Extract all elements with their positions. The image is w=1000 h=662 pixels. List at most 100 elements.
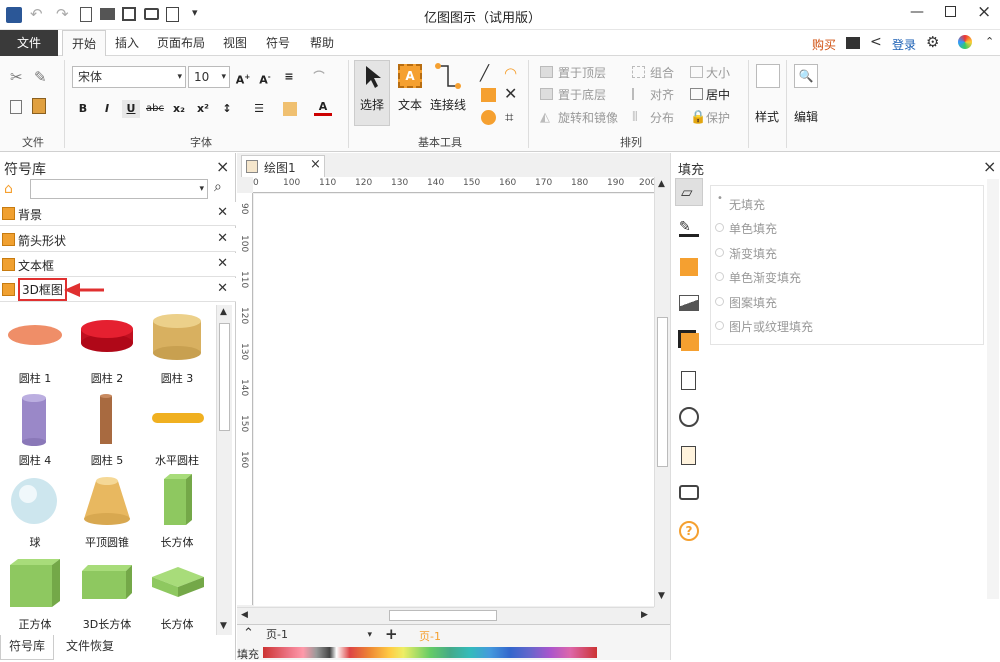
login-link[interactable]: 登录 <box>892 36 916 53</box>
sphere-shape[interactable] <box>8 477 60 525</box>
ribbon-collapse-icon[interactable]: ⌃ <box>985 35 994 48</box>
protect-label[interactable]: 保护 <box>706 109 730 126</box>
line-style-icon[interactable]: ✎ <box>679 219 699 237</box>
shadow-icon[interactable] <box>680 258 698 276</box>
radio-selected[interactable]: • <box>717 193 723 204</box>
drawing-page[interactable] <box>254 194 654 606</box>
close-library-icon[interactable]: ✕ <box>217 281 228 296</box>
home-icon[interactable]: ⌂ <box>4 181 13 197</box>
connector-icon[interactable] <box>434 62 462 90</box>
comment-icon[interactable] <box>679 485 699 500</box>
library-item-textbox[interactable]: 文本框 ✕ <box>0 253 236 277</box>
account-card-icon[interactable] <box>846 37 860 49</box>
library-item-arrows[interactable]: 箭头形状 ✕ <box>0 228 236 252</box>
image-icon[interactable] <box>679 295 699 311</box>
scroll-thumb[interactable] <box>657 317 668 467</box>
font-shrink-icon[interactable]: A- <box>256 68 274 87</box>
settings-gear-icon[interactable]: ⚙ <box>926 33 939 51</box>
text-tool-label[interactable]: 文本 <box>398 96 422 113</box>
library-item-background[interactable]: 背景 ✕ <box>0 202 236 226</box>
color-theme-icon[interactable] <box>958 35 972 49</box>
close-tab-icon[interactable]: × <box>310 157 321 172</box>
document-tab[interactable]: 绘图1 × <box>241 155 325 177</box>
cylinder-2-shape[interactable] <box>80 319 134 353</box>
radio-button[interactable] <box>715 248 724 257</box>
copy-icon[interactable] <box>10 100 22 114</box>
canvas-horizontal-scrollbar[interactable]: ◀ ▶ <box>237 607 654 623</box>
customize-dropdown-icon[interactable]: ▾ <box>192 6 198 19</box>
format-painter-icon[interactable]: ✎ <box>34 68 47 86</box>
scroll-thumb[interactable] <box>389 610 497 621</box>
layer-icon[interactable] <box>681 333 699 351</box>
radio-button[interactable] <box>715 272 724 281</box>
align-icon[interactable]: ≡ <box>280 68 298 86</box>
undo-icon[interactable]: ↶ <box>30 5 43 23</box>
horizontal-cylinder-shape[interactable] <box>150 411 206 425</box>
fill-option-single-gradient[interactable]: 单色渐变填充 <box>715 269 801 286</box>
line-tool-icon[interactable]: ╱ <box>480 64 489 82</box>
scroll-down-icon[interactable]: ▼ <box>220 621 227 631</box>
print-icon[interactable] <box>144 8 159 20</box>
line-spacing-icon[interactable]: ↕ <box>218 100 236 118</box>
text-tool-icon[interactable]: A <box>398 64 422 88</box>
scroll-thumb[interactable] <box>219 323 230 431</box>
font-grow-icon[interactable]: A+ <box>234 68 252 87</box>
arc-tool-icon[interactable]: ◠ <box>504 64 517 82</box>
minimize-icon[interactable]: — <box>910 4 924 20</box>
library-search-input[interactable]: ▾ <box>30 179 208 199</box>
cylinder-3-shape[interactable] <box>152 313 202 361</box>
close-library-icon[interactable]: ✕ <box>217 205 228 220</box>
close-window-icon[interactable]: × <box>977 2 991 22</box>
redo-icon[interactable]: ↷ <box>56 5 69 23</box>
color-palette[interactable] <box>263 647 597 658</box>
open-folder-icon[interactable] <box>100 8 115 20</box>
edit-label[interactable]: 编辑 <box>794 108 818 125</box>
scroll-up-icon[interactable]: ▲ <box>220 307 227 317</box>
canvas-vertical-scrollbar[interactable]: ▲ ▼ <box>654 177 670 607</box>
cylinder-1-shape[interactable] <box>6 323 64 347</box>
style-icon[interactable] <box>756 64 780 88</box>
fill-option-gradient[interactable]: 渐变填充 <box>715 245 777 262</box>
tab-symbol-library[interactable]: 符号库 <box>0 635 54 660</box>
tab-help[interactable]: 帮助 <box>304 30 340 56</box>
fill-panel-scrollbar[interactable] <box>987 179 999 599</box>
tab-file[interactable]: 文件 <box>0 30 58 56</box>
font-size-select[interactable]: 10 ▾ <box>188 66 230 88</box>
paste-icon[interactable] <box>32 98 46 114</box>
3d-cuboid-shape[interactable] <box>80 563 134 601</box>
truncated-cone-shape[interactable] <box>82 475 132 527</box>
cuboid-shape[interactable] <box>160 473 194 529</box>
help-icon[interactable]: ? <box>679 521 699 541</box>
center-label[interactable]: 居中 <box>706 86 730 103</box>
cut-icon[interactable]: ✂ <box>10 68 23 86</box>
fill-option-none[interactable]: • 无填充 <box>717 193 765 213</box>
strikethrough-icon[interactable]: abc <box>146 100 164 118</box>
cylinder-4-shape[interactable] <box>20 393 48 447</box>
search-edit-icon[interactable]: 🔍 <box>794 64 818 88</box>
subscript-icon[interactable]: x₂ <box>170 100 188 118</box>
close-library-icon[interactable]: ✕ <box>217 231 228 246</box>
scroll-up-icon[interactable]: ▲ <box>658 179 665 189</box>
tab-file-recovery[interactable]: 文件恢复 <box>60 635 120 660</box>
close-fill-panel-icon[interactable]: × <box>983 157 996 176</box>
scroll-down-icon[interactable]: ▼ <box>658 591 665 601</box>
connector-tool-label[interactable]: 连接线 <box>430 96 466 113</box>
radio-button[interactable] <box>715 297 724 306</box>
close-library-icon[interactable]: ✕ <box>217 256 228 271</box>
font-color-icon[interactable]: A <box>314 98 332 116</box>
fill-option-pattern[interactable]: 图案填充 <box>715 294 777 311</box>
send-to-back-label[interactable]: 置于底层 <box>558 86 606 103</box>
bold-icon[interactable]: B <box>74 100 92 118</box>
scroll-left-icon[interactable]: ◀ <box>241 610 248 620</box>
page-select[interactable]: 页-1 ▾ <box>261 627 375 645</box>
close-panel-icon[interactable]: × <box>216 157 229 176</box>
new-file-icon[interactable] <box>80 7 92 22</box>
fill-option-picture[interactable]: 图片或纹理填充 <box>715 318 813 335</box>
group-label[interactable]: 组合 <box>650 64 674 81</box>
maximize-icon[interactable] <box>945 6 956 17</box>
export-icon[interactable] <box>166 7 179 22</box>
select-tool-button[interactable] <box>354 60 390 126</box>
rectangle-tool-icon[interactable] <box>481 88 496 102</box>
cross-tool-icon[interactable]: ✕ <box>504 84 517 103</box>
italic-icon[interactable]: I <box>98 100 116 118</box>
